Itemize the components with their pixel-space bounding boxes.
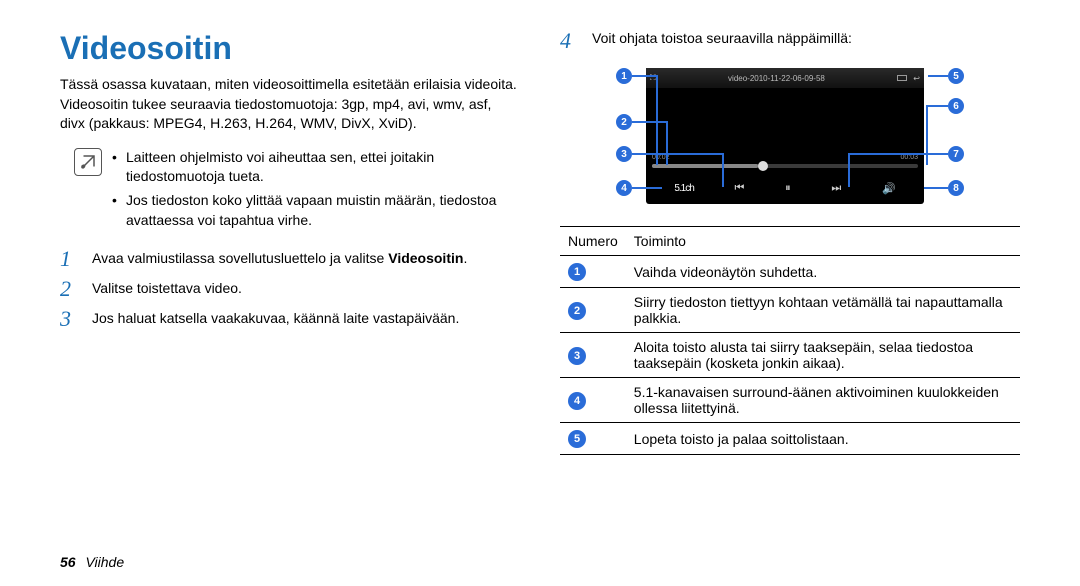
table-row: 1 Vaihda videonäytön suhdetta. — [560, 256, 1020, 288]
note-item: Laitteen ohjelmisto voi aiheuttaa sen, e… — [112, 148, 520, 187]
note-icon — [74, 148, 102, 176]
note-item: Jos tiedoston koko ylittää vapaan muisti… — [112, 191, 520, 230]
callout-2: 2 — [616, 114, 632, 130]
table-header-number: Numero — [560, 227, 626, 256]
step-number: 1 — [60, 248, 78, 270]
callout-7: 7 — [948, 146, 964, 162]
row-num: 2 — [568, 302, 586, 320]
step-number: 4 — [560, 30, 578, 52]
back-icon: ↩ — [913, 74, 920, 83]
video-file-title: video-2010-11-22-06-09-58 — [728, 74, 825, 83]
table-row: 3 Aloita toisto alusta tai siirry taakse… — [560, 333, 1020, 378]
section-name: Viihde — [85, 554, 124, 570]
step-bold: Videosoitin — [388, 250, 463, 266]
video-player-frame: ⛶ video-2010-11-22-06-09-58 ↩ 00:02 00:0… — [646, 68, 924, 204]
step-1: 1 Avaa valmiustilassa sovellutusluettelo… — [60, 248, 520, 270]
callout-5: 5 — [948, 68, 964, 84]
row-text: Siirry tiedoston tiettyyn kohtaan vetämä… — [626, 288, 1020, 333]
row-text: 5.1-kanavaisen surround-äänen aktivoimin… — [626, 378, 1020, 423]
page-number: 56 — [60, 554, 76, 570]
table-row: 5 Lopeta toisto ja palaa soittolistaan. — [560, 423, 1020, 455]
row-num: 3 — [568, 347, 586, 365]
page-title: Videosoitin — [60, 30, 520, 67]
seek-knob — [758, 161, 768, 171]
table-row: 4 5.1-kanavaisen surround-äänen aktivoim… — [560, 378, 1020, 423]
step-4: 4 Voit ohjata toistoa seuraavilla näppäi… — [560, 30, 1020, 52]
step-text: Avaa valmiustilassa sovellutusluettelo j… — [92, 250, 388, 266]
intro-text: Tässä osassa kuvataan, miten videosoitti… — [60, 75, 520, 134]
callout-3: 3 — [616, 146, 632, 162]
row-text: Lopeta toisto ja palaa soittolistaan. — [626, 423, 1020, 455]
step-3: 3 Jos haluat katsella vaakakuvaa, käännä… — [60, 308, 520, 330]
table-row: 2 Siirry tiedoston tiettyyn kohtaan vetä… — [560, 288, 1020, 333]
surround-label: 5.1ch — [674, 183, 693, 194]
table-header-function: Toiminto — [626, 227, 1020, 256]
callout-4: 4 — [616, 180, 632, 196]
row-text: Aloita toisto alusta tai siirry taaksepä… — [626, 333, 1020, 378]
battery-icon — [897, 75, 907, 81]
next-icon: ⏭ — [831, 182, 841, 195]
callout-8: 8 — [948, 180, 964, 196]
row-num: 4 — [568, 392, 586, 410]
row-num: 1 — [568, 263, 586, 281]
callout-6: 6 — [948, 98, 964, 114]
time-total: 00:03 — [900, 154, 918, 161]
row-text: Vaihda videonäytön suhdetta. — [626, 256, 1020, 288]
row-num: 5 — [568, 430, 586, 448]
pause-icon: ⏸ — [785, 182, 791, 195]
step-text: Valitse toistettava video. — [92, 278, 520, 300]
step-text: . — [463, 250, 467, 266]
volume-icon: 🔊 — [882, 182, 896, 195]
step-number: 3 — [60, 308, 78, 330]
callout-1: 1 — [616, 68, 632, 84]
step-text: Voit ohjata toistoa seuraavilla näppäimi… — [592, 30, 1020, 52]
prev-icon: ⏮ — [735, 182, 745, 195]
step-text: Jos haluat katsella vaakakuvaa, käännä l… — [92, 308, 520, 330]
step-number: 2 — [60, 278, 78, 300]
step-2: 2 Valitse toistettava video. — [60, 278, 520, 300]
player-diagram: 1 2 3 4 5 6 7 8 — [600, 62, 980, 212]
page-footer: 56 Viihde — [60, 554, 124, 570]
seek-bar — [652, 164, 918, 168]
note-box: Laitteen ohjelmisto voi aiheuttaa sen, e… — [74, 148, 520, 234]
function-table: Numero Toiminto 1 Vaihda videonäytön suh… — [560, 226, 1020, 455]
